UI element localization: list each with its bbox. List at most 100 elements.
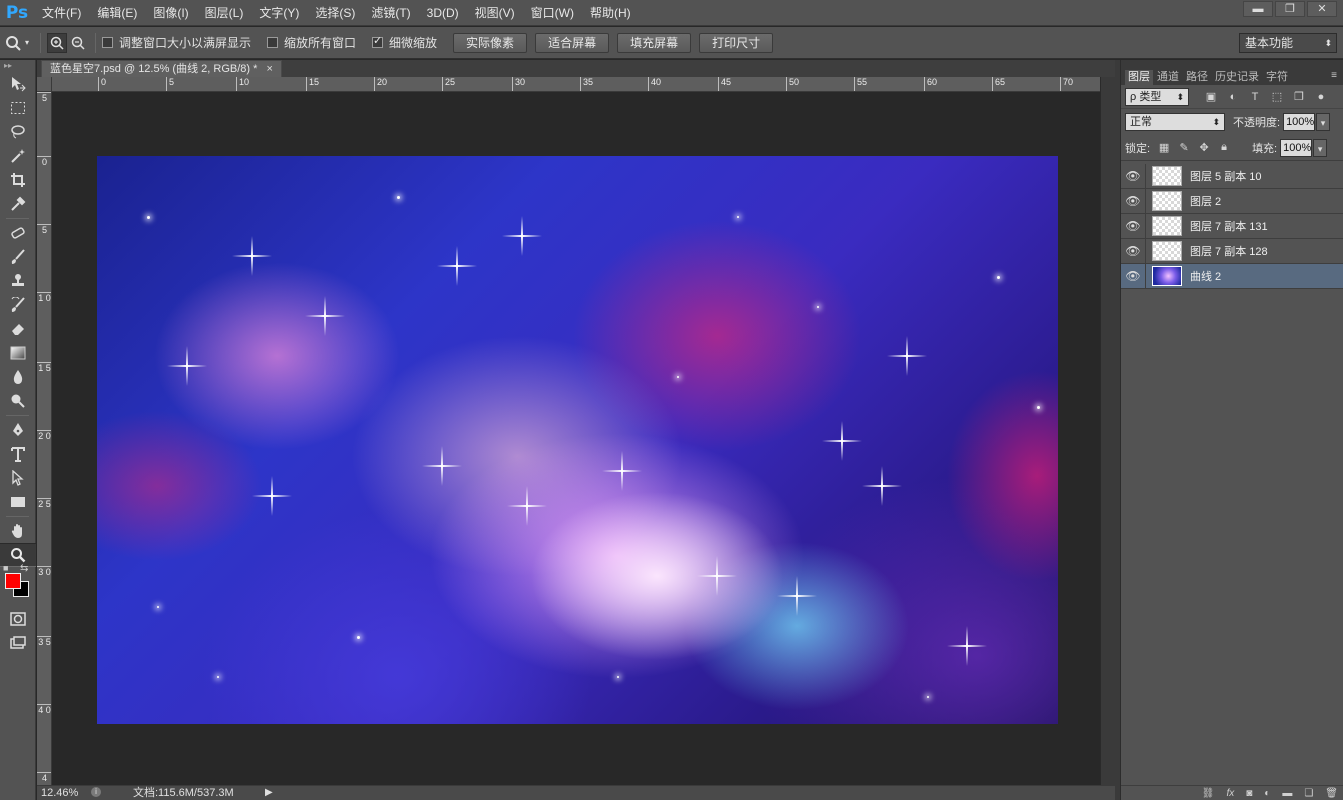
clone-stamp-tool-icon[interactable] <box>0 269 36 293</box>
zoom-all-windows-checkbox[interactable] <box>267 37 279 48</box>
layer-filter-select[interactable]: ρ 类型 ⬍ <box>1125 87 1189 106</box>
status-menu-arrow-icon[interactable]: ▶ <box>265 786 273 800</box>
zoom-level-field[interactable]: 12.46% <box>41 786 78 800</box>
blend-mode-select[interactable]: 正常 ⬍ <box>1125 113 1225 131</box>
filter-adjustment-icon[interactable]: ◐ <box>1227 91 1239 103</box>
add-mask-icon[interactable]: ◙ <box>1246 788 1252 799</box>
menu-type[interactable]: 文字(Y) <box>251 0 307 26</box>
pen-tool-icon[interactable] <box>0 418 36 442</box>
menu-filter[interactable]: 滤镜(T) <box>363 0 418 26</box>
menu-view[interactable]: 视图(V) <box>467 0 523 26</box>
close-window-button[interactable]: ✕ <box>1307 1 1337 17</box>
vertical-scrollbar[interactable] <box>1100 77 1115 785</box>
type-tool-icon[interactable] <box>0 442 36 466</box>
move-tool-icon[interactable] <box>0 72 36 96</box>
new-layer-icon[interactable]: ❏ <box>1304 788 1313 799</box>
layer-row[interactable]: 👁︎ 图层 7 副本 128 <box>1121 238 1343 264</box>
fill-screen-button[interactable]: 填充屏幕 <box>617 32 692 53</box>
lock-all-icon[interactable]: 🔒︎ <box>1218 141 1230 154</box>
eraser-tool-icon[interactable] <box>0 317 36 341</box>
lock-transparent-icon[interactable]: ▦ <box>1158 141 1170 154</box>
fill-dropdown-icon[interactable]: ▾ <box>1313 138 1328 157</box>
path-selection-tool-icon[interactable] <box>0 466 36 490</box>
workspace-select[interactable]: 基本功能 ⬍ <box>1239 33 1337 53</box>
nebula-artwork[interactable] <box>97 156 1058 724</box>
horizontal-ruler[interactable]: 0 5 10 15 20 25 30 35 40 45 50 55 60 65 … <box>52 77 1100 92</box>
resize-windows-option[interactable]: 调整窗口大小以满屏显示 <box>102 34 251 51</box>
menu-layer[interactable]: 图层(L) <box>197 0 252 26</box>
ruler-origin[interactable] <box>37 77 52 92</box>
lock-image-icon[interactable]: ✎ <box>1178 141 1190 154</box>
status-info-icon[interactable]: i <box>91 787 101 797</box>
menu-3d[interactable]: 3D(D) <box>419 0 467 26</box>
screen-mode-icon[interactable] <box>0 631 36 655</box>
link-layers-icon[interactable]: ⛓︎ <box>1202 788 1215 799</box>
blur-tool-icon[interactable] <box>0 365 36 389</box>
swap-colors-icon[interactable]: ⇆ <box>20 563 28 574</box>
history-brush-tool-icon[interactable] <box>0 293 36 317</box>
foreground-color-swatch[interactable] <box>5 573 21 589</box>
layer-row[interactable]: 👁︎ 图层 2 <box>1121 188 1343 214</box>
filter-smart-object-icon[interactable]: ❐ <box>1293 90 1305 103</box>
filter-shape-icon[interactable]: ⬚ <box>1271 90 1283 103</box>
zoom-in-icon[interactable] <box>47 32 67 53</box>
menu-window[interactable]: 窗口(W) <box>523 0 582 26</box>
scrubby-zoom-checkbox[interactable] <box>372 34 384 48</box>
delete-layer-icon[interactable]: 🗑︎ <box>1325 788 1338 799</box>
tools-collapse-handle[interactable]: ▸▸ <box>0 60 35 72</box>
print-size-button[interactable]: 打印尺寸 <box>699 32 774 53</box>
crop-tool-icon[interactable] <box>0 168 36 192</box>
filter-toggle-icon[interactable]: ● <box>1315 91 1327 103</box>
layer-name[interactable]: 图层 2 <box>1190 193 1221 209</box>
healing-brush-tool-icon[interactable] <box>0 221 36 245</box>
layer-row-selected[interactable]: 👁︎ 曲线 2 <box>1121 263 1343 289</box>
layer-name[interactable]: 图层 7 副本 131 <box>1190 218 1268 234</box>
zoom-all-windows-option[interactable]: 缩放所有窗口 <box>267 34 356 51</box>
eye-icon[interactable]: 👁︎ <box>1121 169 1145 183</box>
fill-field[interactable]: 100% <box>1280 138 1313 157</box>
gradient-tool-icon[interactable] <box>0 341 36 365</box>
minimize-button[interactable]: ▬ <box>1243 1 1273 17</box>
panel-menu-icon[interactable]: ≡ <box>1331 70 1337 81</box>
eye-icon[interactable]: 👁︎ <box>1121 194 1145 208</box>
menu-select[interactable]: 选择(S) <box>307 0 363 26</box>
menu-edit[interactable]: 编辑(E) <box>89 0 145 26</box>
tab-paths[interactable]: 路径 <box>1183 70 1211 85</box>
default-colors-icon[interactable]: ■ <box>3 563 8 573</box>
lasso-tool-icon[interactable] <box>0 120 36 144</box>
eye-icon[interactable]: 👁︎ <box>1121 244 1145 258</box>
eye-icon[interactable]: 👁︎ <box>1121 219 1145 233</box>
new-group-icon[interactable]: ▬ <box>1282 788 1292 799</box>
vertical-ruler[interactable]: 5 0 5 1 0 1 5 2 0 2 5 3 0 3 5 4 0 4 <box>37 92 52 785</box>
actual-pixels-button[interactable]: 实际像素 <box>453 32 528 53</box>
brush-tool-icon[interactable] <box>0 245 36 269</box>
quick-mask-icon[interactable] <box>0 607 36 631</box>
marquee-tool-icon[interactable] <box>0 96 36 120</box>
lock-position-icon[interactable]: ✥ <box>1198 141 1210 154</box>
new-adjustment-layer-icon[interactable]: ◐ <box>1264 788 1270 799</box>
filter-pixel-icon[interactable]: ▣ <box>1205 90 1217 103</box>
dodge-tool-icon[interactable] <box>0 389 36 413</box>
zoom-out-icon[interactable] <box>67 36 89 50</box>
layer-row[interactable]: 👁︎ 图层 5 副本 10 <box>1121 163 1343 189</box>
layer-style-icon[interactable]: fx <box>1226 788 1234 799</box>
fit-screen-button[interactable]: 适合屏幕 <box>535 32 610 53</box>
rectangle-tool-icon[interactable] <box>0 490 36 514</box>
eyedropper-tool-icon[interactable] <box>0 192 36 216</box>
layer-name[interactable]: 图层 7 副本 128 <box>1190 243 1268 259</box>
document-tab[interactable]: 蓝色星空7.psd @ 12.5% (曲线 2, RGB/8) * × <box>41 60 282 77</box>
menu-help[interactable]: 帮助(H) <box>582 0 639 26</box>
opacity-field[interactable]: 100% <box>1283 113 1316 131</box>
layer-name[interactable]: 图层 5 副本 10 <box>1190 168 1262 184</box>
scrubby-zoom-option[interactable]: 细微缩放 <box>372 34 437 51</box>
layer-row[interactable]: 👁︎ 图层 7 副本 131 <box>1121 213 1343 239</box>
tab-layers[interactable]: 图层 <box>1125 70 1153 85</box>
close-tab-icon[interactable]: × <box>266 63 272 75</box>
filter-type-icon[interactable]: T <box>1249 91 1261 103</box>
opacity-dropdown-icon[interactable]: ▾ <box>1316 113 1331 131</box>
resize-windows-checkbox[interactable] <box>102 37 113 48</box>
magic-wand-tool-icon[interactable] <box>0 144 36 168</box>
menu-image[interactable]: 图像(I) <box>145 0 196 26</box>
restore-button[interactable]: ❐ <box>1275 1 1305 17</box>
hand-tool-icon[interactable] <box>0 519 36 543</box>
